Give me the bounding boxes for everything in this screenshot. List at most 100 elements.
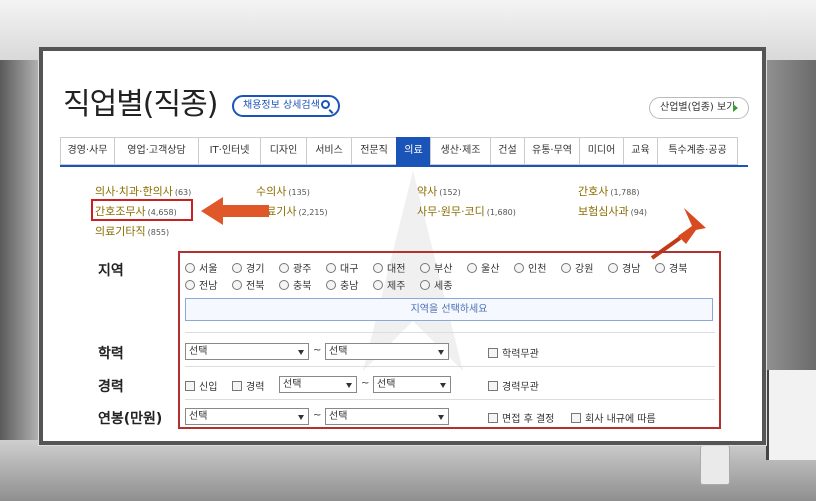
experienced-checkbox[interactable]: 경력 (232, 378, 264, 393)
region-radio[interactable]: 제주 (373, 277, 405, 292)
occupation-count: (1,680) (486, 208, 516, 217)
arrow-left-icon (201, 197, 269, 225)
tab-medical[interactable]: 의료 (396, 137, 430, 165)
career-label: 경력 (98, 379, 124, 395)
tab-media[interactable]: 미디어 (579, 137, 623, 165)
career-min-select[interactable]: 선택 (279, 376, 357, 393)
detail-search-button[interactable]: 채용정보 상세검색 (232, 95, 340, 117)
education-min-select[interactable]: 선택 (185, 343, 309, 360)
radio-icon (561, 263, 571, 273)
region-option-label: 경남 (622, 264, 641, 275)
region-radio[interactable]: 경기 (232, 260, 264, 275)
region-radio[interactable]: 대전 (373, 260, 405, 275)
tab-it[interactable]: IT·인터넷 (198, 137, 260, 165)
select-value: 선택 (283, 379, 302, 390)
chevron-down-icon (440, 383, 446, 388)
region-radio[interactable]: 인천 (514, 260, 546, 275)
tab-education[interactable]: 교육 (623, 137, 657, 165)
range-tilde: ~ (313, 345, 322, 356)
region-option-label: 충남 (340, 281, 359, 292)
occupation-link[interactable]: 보험심사과 (94) (578, 203, 647, 219)
divider (185, 399, 715, 400)
region-radio[interactable]: 경북 (655, 260, 687, 275)
region-option-label: 부산 (434, 264, 453, 275)
region-radio[interactable]: 부산 (420, 260, 452, 275)
occupation-link[interactable]: 의료기타직 (855) (95, 223, 169, 239)
salary-label: 연봉(만원) (98, 411, 163, 427)
region-option-label: 대전 (387, 264, 406, 275)
career-max-select[interactable]: 선택 (373, 376, 451, 393)
industry-view-button[interactable]: 산업별(업종) 보기 (649, 97, 749, 119)
tab-public[interactable]: 특수계층·공공 (657, 137, 738, 165)
region-radio[interactable]: 강원 (561, 260, 593, 275)
region-radio[interactable]: 충남 (326, 277, 358, 292)
education-any-checkbox[interactable]: 학력무관 (488, 345, 539, 360)
chevron-down-icon (298, 415, 304, 420)
region-radio[interactable]: 서울 (185, 260, 217, 275)
occupation-link[interactable]: 사무·원무·코디 (1,680) (417, 203, 516, 219)
after-interview-checkbox[interactable]: 면접 후 결정 (488, 410, 554, 425)
region-radio[interactable]: 충북 (279, 277, 311, 292)
occupation-count: (94) (630, 208, 648, 217)
checkbox-label: 경력무관 (502, 382, 539, 393)
radio-icon (608, 263, 618, 273)
newcomer-checkbox[interactable]: 신입 (185, 378, 217, 393)
checkbox-label: 회사 내규에 따름 (585, 414, 656, 425)
tab-service[interactable]: 서비스 (306, 137, 351, 165)
region-radio[interactable]: 경남 (608, 260, 640, 275)
checkbox-icon (488, 348, 498, 358)
tab-business[interactable]: 경영·사무 (60, 137, 114, 165)
region-option-label: 제주 (387, 281, 406, 292)
background-bottom (0, 440, 816, 501)
tab-design[interactable]: 디자인 (260, 137, 306, 165)
radio-icon (279, 280, 289, 290)
region-option-label: 대구 (340, 264, 359, 275)
region-radio[interactable]: 전남 (185, 277, 217, 292)
checkbox-label: 경력 (246, 382, 265, 393)
radio-icon (232, 280, 242, 290)
region-radio[interactable]: 광주 (279, 260, 311, 275)
radio-icon (185, 263, 195, 273)
select-value: 선택 (329, 411, 348, 422)
career-any-checkbox[interactable]: 경력무관 (488, 378, 539, 393)
search-icon (321, 100, 330, 109)
company-policy-checkbox[interactable]: 회사 내규에 따름 (571, 410, 656, 425)
region-radio[interactable]: 세종 (420, 277, 452, 292)
tab-professional[interactable]: 전문직 (351, 137, 396, 165)
occupation-name: 간호사 (578, 185, 609, 198)
radio-icon (514, 263, 524, 273)
region-select-box[interactable]: 지역을 선택하세요 (185, 298, 713, 321)
region-radio[interactable]: 대구 (326, 260, 358, 275)
region-option-label: 전남 (199, 281, 218, 292)
tab-sales[interactable]: 영업·고객상담 (114, 137, 198, 165)
occupation-count: (855) (147, 228, 170, 237)
radio-icon (279, 263, 289, 273)
salary-min-select[interactable]: 선택 (185, 408, 309, 425)
occupation-link[interactable]: 의사·치과·한의사 (63) (95, 183, 191, 199)
tab-distribution[interactable]: 유통·무역 (524, 137, 579, 165)
education-max-select[interactable]: 선택 (325, 343, 449, 360)
salary-max-select[interactable]: 선택 (325, 408, 449, 425)
radio-icon (420, 263, 430, 273)
checkbox-icon (185, 381, 195, 391)
region-radio[interactable]: 전북 (232, 277, 264, 292)
checkbox-icon (488, 381, 498, 391)
checkbox-icon (232, 381, 242, 391)
chevron-down-icon (438, 350, 444, 355)
occupation-name: 의료기타직 (95, 225, 146, 238)
tab-production[interactable]: 생산·제조 (430, 137, 490, 165)
radio-icon (420, 280, 430, 290)
radio-icon (467, 263, 477, 273)
tab-construction[interactable]: 건설 (490, 137, 524, 165)
occupation-link[interactable]: 간호사 (1,788) (578, 183, 640, 199)
occupation-count: (63) (174, 188, 192, 197)
region-option-label: 울산 (481, 264, 500, 275)
region-option-label: 강원 (575, 264, 594, 275)
background-switch (700, 445, 730, 485)
radio-icon (373, 263, 383, 273)
occupation-link[interactable]: 약사 (152) (417, 183, 461, 199)
radio-icon (655, 263, 665, 273)
occupation-name: 의사·치과·한의사 (95, 185, 173, 198)
checkbox-label: 신입 (199, 382, 218, 393)
region-radio[interactable]: 울산 (467, 260, 499, 275)
